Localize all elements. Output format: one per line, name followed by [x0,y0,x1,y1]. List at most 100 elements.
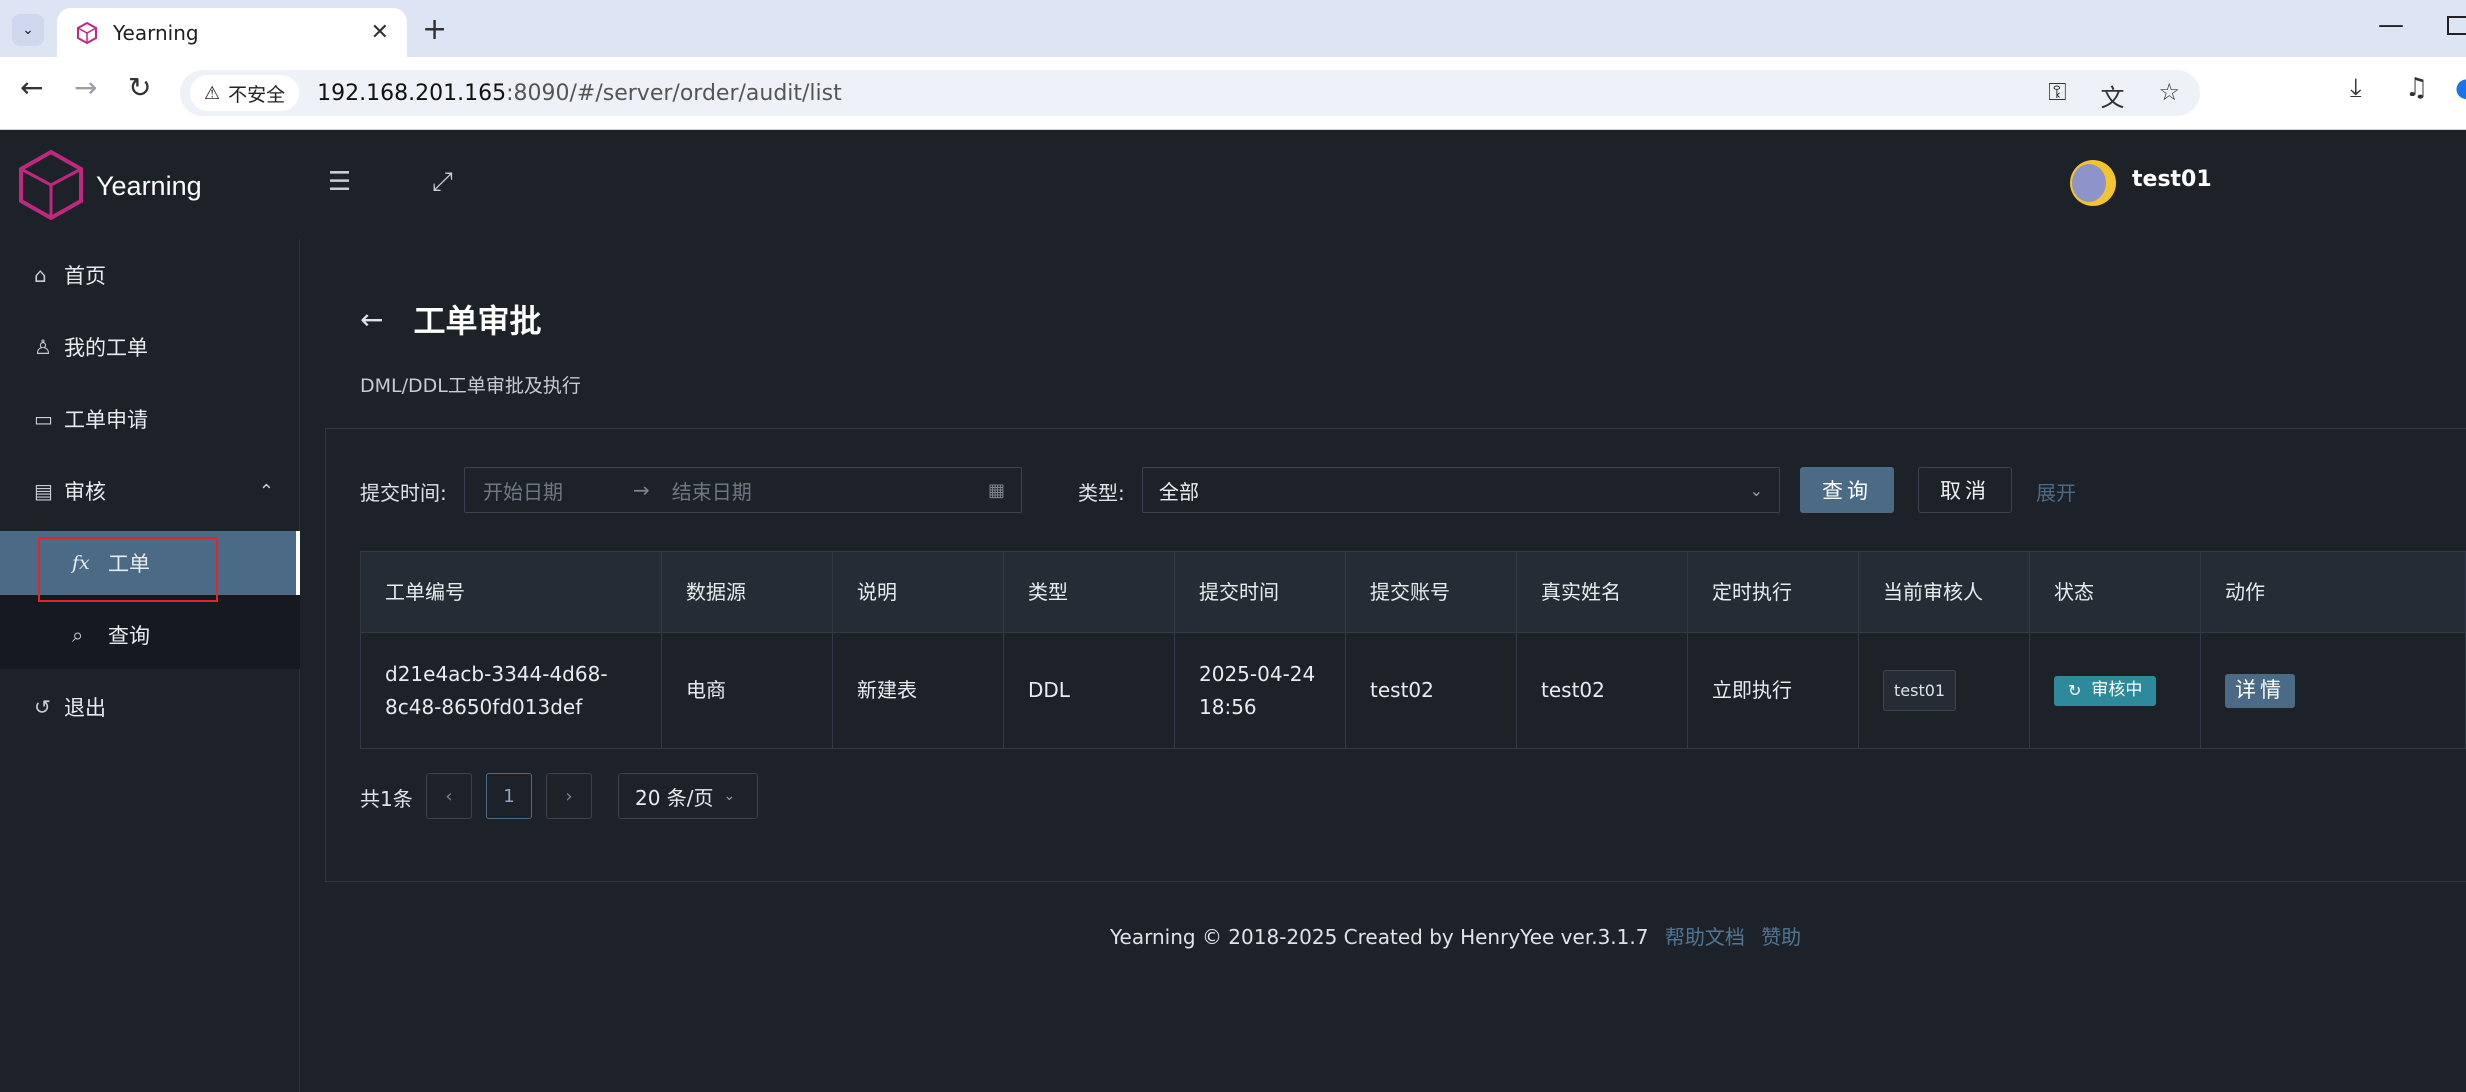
url-path: :8090/#/server/order/audit/list [506,80,842,106]
sidebar-item-my-orders[interactable]: ♙ 我的工单 [0,315,300,379]
table-header: 工单编号 数据源 说明 类型 提交时间 提交账号 真实姓名 定时执行 当前审核人… [360,551,2466,633]
sidebar-item-label: 我的工单 [64,336,148,360]
source-cell: 电商 [662,633,833,748]
auditor-cell: test01 [1859,633,2030,748]
omnibox-actions: ⚿ 文 ☆ [2048,78,2180,113]
page-title: 工单审批 [413,302,542,340]
profile-icon[interactable]: ◐ [2455,73,2466,103]
type-select[interactable]: 全部 ⌄ [1142,467,1780,513]
minimize-icon[interactable]: — [2378,10,2404,40]
browser-tab[interactable]: Yearning ✕ [57,8,407,57]
order-id-line2: 8c48-8650fd013def [385,694,583,719]
footer: Yearning © 2018-2025 Created by HenryYee… [1110,921,1801,950]
back-arrow-icon[interactable]: ← [360,303,383,336]
header-cell: 动作 [2225,579,2265,604]
end-date-input[interactable]: 结束日期 [672,476,752,505]
logout-icon: ↺ [34,695,51,719]
action-cell: 详情 [2201,633,2466,748]
status-cell: ↻ 审核中 [2030,633,2201,748]
page-size-select[interactable]: 20 条/页 ⌄ [618,773,758,819]
sidebar-item-label: 审核 [64,480,106,504]
bookmark-star-icon[interactable]: ☆ [2158,78,2180,113]
auditor-tag: test01 [1883,670,1957,711]
monitor-icon: ▭ [34,407,53,431]
sidebar-item-label: 退出 [64,696,106,720]
type-cell: DDL [1004,633,1175,748]
header-cell: 说明 [833,552,1004,632]
yearning-favicon-icon [77,21,97,44]
media-icon[interactable]: ♫ [2405,73,2428,103]
header-cell: 真实姓名 [1517,552,1688,632]
cancel-button[interactable]: 取消 [1918,467,2012,513]
omnibox[interactable]: ⚠ 不安全 192.168.201.165:8090/#/server/orde… [180,70,2200,116]
browser-address-bar: ← → ↻ ⚠ 不安全 192.168.201.165:8090/#/serve… [0,57,2466,130]
help-docs-link[interactable]: 帮助文档 [1665,925,1745,949]
header-cell: 提交时间 [1175,552,1346,632]
reload-icon[interactable]: ↻ [128,71,151,104]
chevron-left-icon: ‹ [445,785,453,807]
header-cell: 数据源 [662,552,833,632]
sidebar-item-home[interactable]: ⌂ 首页 [0,243,300,307]
header-cell: 类型 [1004,552,1175,632]
search-button[interactable]: 查询 [1800,467,1894,513]
restore-icon[interactable] [2447,16,2466,35]
footer-copyright: Yearning © 2018-2025 Created by HenryYee… [1110,925,1649,949]
url-text[interactable]: 192.168.201.165:8090/#/server/order/audi… [317,81,842,106]
fullscreen-icon[interactable]: ⤢ [432,167,453,198]
sidebar-item-order-apply[interactable]: ▭ 工单申请 [0,387,300,451]
header-cell: 定时执行 [1688,552,1859,632]
user-icon: ♙ [34,335,52,359]
security-chip[interactable]: ⚠ 不安全 [190,75,300,111]
date-range-picker[interactable]: 开始日期 → 结束日期 ▦ [464,467,1022,513]
realname-cell: test02 [1517,633,1688,748]
search-icon: ⌕ [72,623,84,647]
home-icon: ⌂ [34,263,47,287]
order-id-line1: d21e4acb-3344-4d68- [385,661,608,686]
schedule-cell: 立即执行 [1688,633,1859,748]
audit-icon: ▤ [34,479,53,503]
type-select-value: 全部 [1159,479,1199,504]
back-arrow-icon[interactable]: ← [20,71,43,104]
next-page-button[interactable]: › [546,773,592,819]
tab-search-button[interactable]: ⌄ [12,14,44,46]
forward-arrow-icon[interactable]: → [74,71,97,104]
collapse-menu-icon[interactable]: ☰ [328,167,351,197]
page-number-button[interactable]: 1 [486,773,532,819]
page-size-value: 20 条/页 [635,785,714,810]
date-filter-label: 提交时间: [360,481,447,505]
expand-filters-link[interactable]: 展开 [2036,477,2076,506]
app-name: Yearning [96,171,202,201]
calendar-icon: ▦ [987,479,1005,501]
page-subtitle: DML/DDL工单审批及执行 [360,375,581,397]
order-id-cell: d21e4acb-3344-4d68- 8c48-8650fd013def [361,633,662,748]
username[interactable]: test01 [2132,167,2212,192]
time-clock: 18:56 [1199,694,1257,719]
chevron-down-icon: ⌄ [723,788,736,804]
header-cell: 状态 [2030,552,2201,632]
table-row: d21e4acb-3344-4d68- 8c48-8650fd013def 电商… [360,633,2466,749]
tab-title: Yearning [113,20,199,45]
sponsor-link[interactable]: 赞助 [1761,925,1801,949]
chevron-down-icon: ⌄ [1749,480,1763,500]
translate-icon[interactable]: 文 [2100,78,2124,113]
detail-button[interactable]: 详情 [2225,673,2295,708]
header-cell: 提交账号 [1346,552,1517,632]
sidebar-item-label: 工单申请 [64,408,148,432]
pagination-total: 共1条 [360,787,413,811]
prev-page-button[interactable]: ‹ [426,773,472,819]
download-icon[interactable]: ⤓ [2350,73,2362,104]
highlight-annotation-box [38,537,218,602]
new-tab-icon[interactable]: + [422,12,447,47]
sidebar-item-query[interactable]: ⌕ 查询 [0,603,300,667]
type-filter-label: 类型: [1078,481,1125,505]
status-badge: ↻ 审核中 [2054,675,2157,706]
sidebar-item-audit[interactable]: ▤ 审核 ⌃ [0,459,300,523]
key-icon[interactable]: ⚿ [2048,78,2066,113]
time-cell: 2025-04-24 18:56 [1175,633,1346,748]
tab-close-icon[interactable]: ✕ [371,20,389,45]
sidebar-item-logout[interactable]: ↺ 退出 [0,675,300,739]
sidebar-item-label: 查询 [108,624,150,648]
avatar[interactable] [2070,160,2116,206]
time-date: 2025-04-24 [1199,661,1316,686]
start-date-input[interactable]: 开始日期 [483,476,563,505]
